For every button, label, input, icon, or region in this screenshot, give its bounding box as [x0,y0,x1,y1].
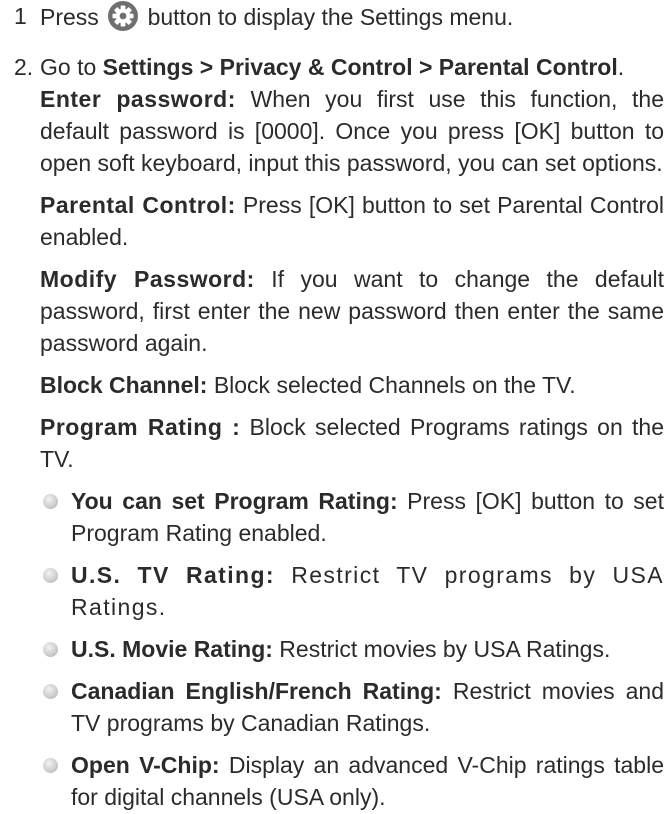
bullet-label: Open V-Chip: [71,752,220,778]
step-1: 1 Press button to display the Settings m… [14,0,664,33]
item-label: Enter password: [40,86,236,112]
step-number: 2. [14,54,34,80]
bullet-dot-icon [43,494,58,509]
goto-line: Go to Settings > Privacy & Control > Par… [40,51,664,83]
goto-end: . [617,54,625,80]
step-1-post: button to display the Settings menu. [147,4,514,30]
item-enter-password: Enter password: When you first use this … [40,83,664,179]
bullet-dot-icon [43,642,58,657]
bullet-dot-icon [43,758,58,773]
goto-pre: Go to [40,54,97,80]
settings-gear-icon [107,0,139,32]
bullet-open-v-chip: Open V-Chip: Display an advanced V-Chip … [40,749,664,813]
bullet-dot-icon [43,568,58,583]
step-2: 2. Go to Settings > Privacy & Control > … [14,51,664,813]
bullet-label: U.S. TV Rating: [71,562,275,588]
item-text: Block selected Channels on the TV. [213,372,576,398]
bullet-text: Restrict movies by USA Ratings. [279,636,611,662]
item-label: Block Channel: [40,372,208,398]
bullet-dot-icon [43,684,58,699]
bullet-label: Canadian English/French Rating: [71,678,442,704]
item-parental-control: Parental Control: Press [OK] button to s… [40,189,664,253]
item-label: Program Rating : [40,414,241,440]
bullet-label: You can set Program Rating: [71,488,398,514]
manual-page: 1 Press button to display the Settings m… [0,0,672,814]
bullet-label: U.S. Movie Rating: [71,636,273,662]
step-1-pre: Press [40,4,99,30]
item-label: Parental Control: [40,192,236,218]
bullet-program-rating: You can set Program Rating: Press [OK] b… [40,485,664,549]
item-label: Modify Password: [40,266,255,292]
item-program-rating: Program Rating : Block selected Programs… [40,411,664,475]
bullet-canadian-rating: Canadian English/French Rating: Restrict… [40,675,664,739]
item-modify-password: Modify Password: If you want to change t… [40,263,664,359]
step-number: 1 [14,3,27,29]
step-1-text: Press button to display the Settings men… [40,0,664,33]
step-2-body: Go to Settings > Privacy & Control > Par… [40,51,664,813]
bullet-us-tv-rating: U.S. TV Rating: Restrict TV programs by … [40,559,664,623]
item-block-channel: Block Channel: Block selected Channels o… [40,369,664,401]
settings-path: Settings > Privacy & Control > Parental … [102,54,618,80]
bullet-us-movie-rating: U.S. Movie Rating: Restrict movies by US… [40,633,664,665]
